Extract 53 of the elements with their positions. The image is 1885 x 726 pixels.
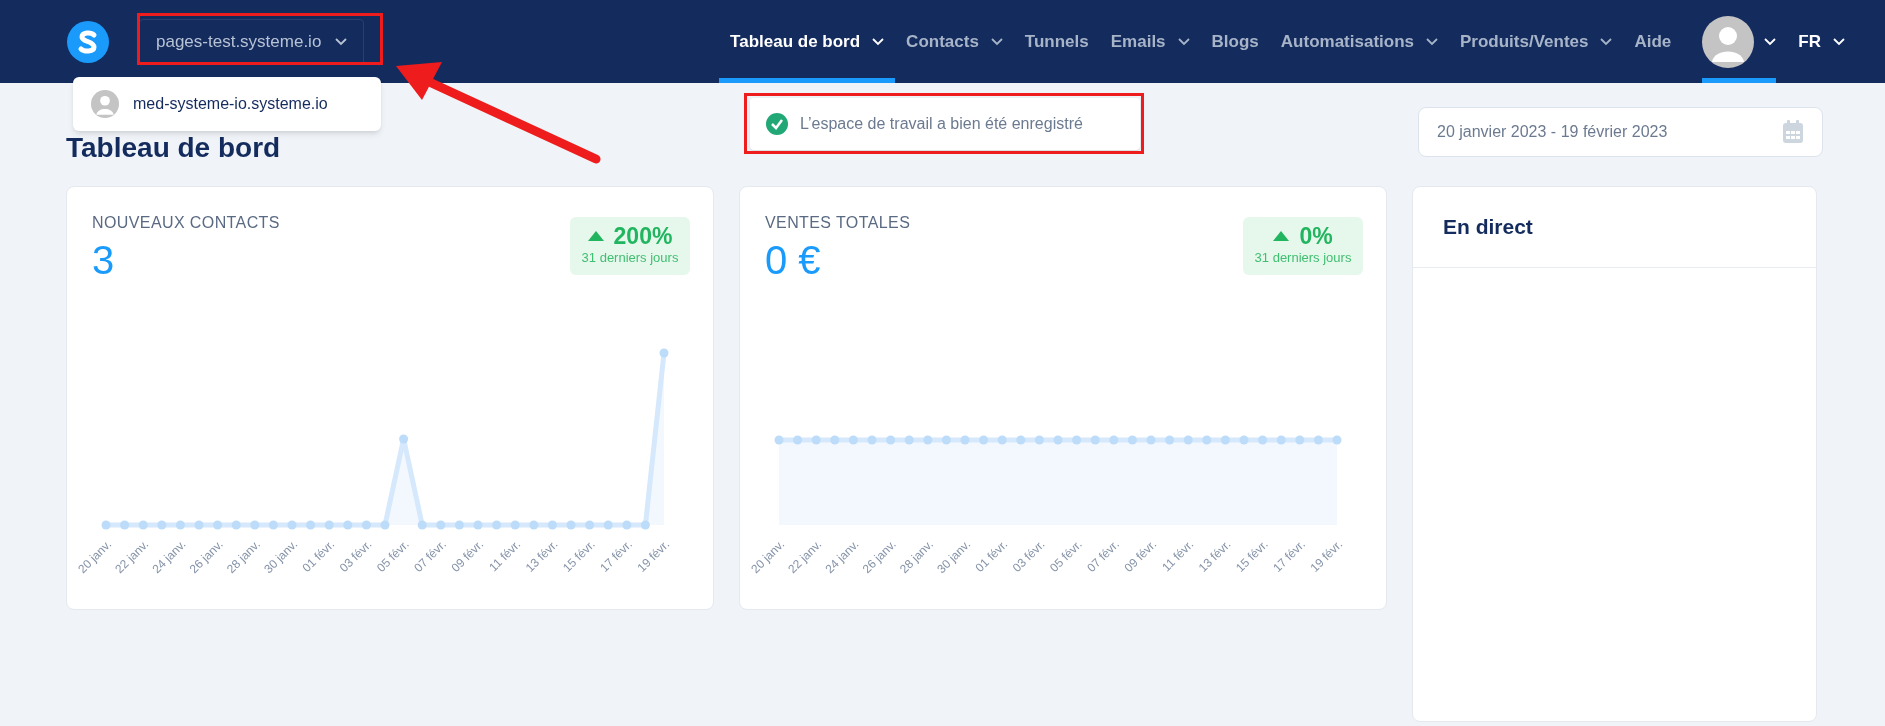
language-dropdown[interactable]: FR	[1798, 28, 1845, 55]
stat-value: 0 €	[765, 237, 822, 284]
period-text: 31 derniers jours	[581, 249, 679, 268]
date-range-field[interactable]: 20 janvier 2023 - 19 février 2023	[1418, 107, 1823, 157]
axis-label: 11 févr.	[486, 537, 524, 575]
stat-value: 3	[92, 237, 116, 284]
axis-label: 19 févr.	[634, 537, 670, 575]
up-triangle-icon	[587, 231, 604, 242]
axis-label: 07 févr.	[411, 537, 449, 575]
nav-tab[interactable]: Emails	[1099, 0, 1201, 83]
notification-text: L’espace de travail a bien été enregistré	[800, 114, 1083, 134]
calendar-icon	[1782, 120, 1804, 144]
page-title: Tableau de bord	[66, 131, 281, 165]
nav-tab[interactable]: Contacts	[895, 0, 1014, 83]
axis-label: 17 févr.	[597, 537, 635, 575]
nav-tab[interactable]: Automatisations	[1269, 0, 1449, 83]
axis-label: 07 févr.	[1084, 537, 1122, 575]
axis-label: 15 févr.	[1233, 537, 1271, 575]
axis-label: 17 févr.	[1270, 537, 1308, 575]
nav-tab[interactable]: Produits/Ventes	[1449, 0, 1624, 83]
avatar-icon	[1702, 15, 1755, 68]
nav-tab[interactable]: Blogs	[1200, 0, 1270, 83]
chevron-down-icon	[335, 37, 348, 46]
logo-icon[interactable]	[67, 20, 109, 63]
change-value: 0%	[1299, 224, 1333, 249]
card-title: NOUVEAUX CONTACTS	[92, 213, 280, 233]
axis-label: 09 févr.	[448, 537, 487, 575]
nav-tab[interactable]: Tableau de bord	[719, 0, 896, 83]
date-range-text: 20 janvier 2023 - 19 février 2023	[1437, 122, 1668, 142]
axis-label: 11 févr.	[1159, 537, 1197, 575]
axis-label: 03 févr.	[336, 537, 375, 575]
axis-label: 19 févr.	[1307, 537, 1343, 575]
nav-tab[interactable]: Aide	[1623, 0, 1683, 83]
period-text: 31 derniers jours	[1254, 249, 1352, 268]
axis-label: 05 févr.	[374, 537, 412, 575]
card-title: VENTES TOTALES	[765, 213, 911, 233]
chevron-down-icon	[1764, 37, 1777, 46]
menu-item[interactable]: med-systeme-io.systeme.io	[133, 92, 328, 116]
axis-label: 05 févr.	[1047, 537, 1085, 575]
up-triangle-icon	[1273, 231, 1290, 242]
axis-label: 13 févr.	[522, 537, 561, 575]
chevron-down-icon	[1833, 37, 1845, 46]
check-icon	[766, 113, 788, 135]
axis-label: 15 févr.	[560, 537, 598, 575]
panel-title: En direct	[1413, 187, 1816, 268]
axis-label: 13 févr.	[1195, 537, 1234, 575]
nav-tab[interactable]: Tunnels	[1013, 0, 1100, 83]
change-value: 200%	[613, 224, 673, 249]
avatar-icon	[91, 90, 119, 118]
axis-label: 01 févr.	[972, 537, 1011, 575]
axis-label: 01 févr.	[299, 537, 338, 575]
axis-label: 03 févr.	[1009, 537, 1048, 575]
axis-label: 09 févr.	[1121, 537, 1160, 575]
